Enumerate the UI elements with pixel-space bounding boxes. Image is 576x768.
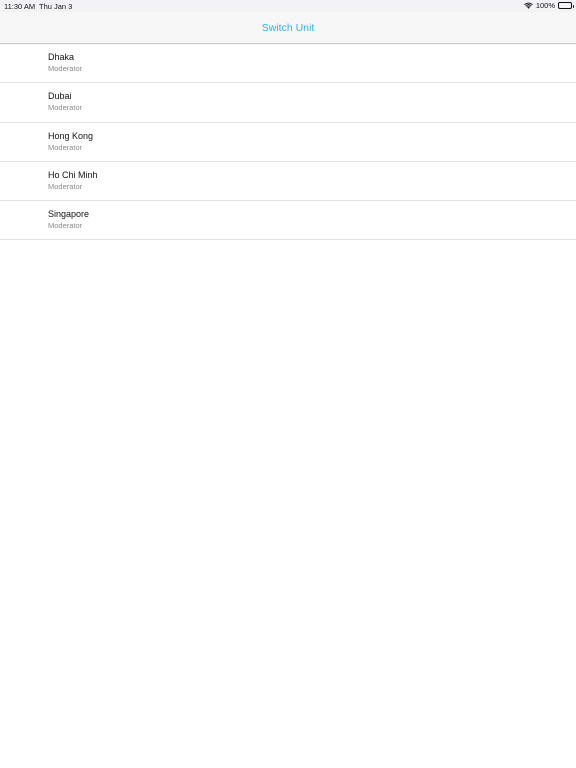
page-title: Switch Unit <box>261 21 315 34</box>
unit-name: Singapore <box>48 209 90 220</box>
list-item-hong-kong[interactable]: Hong Kong Moderator <box>0 123 576 162</box>
list-item-dhaka[interactable]: Dhaka Moderator <box>0 44 576 84</box>
unit-name: Dhaka <box>48 52 75 62</box>
unit-role: Moderator <box>48 103 83 113</box>
list-item-ho-chi-minh[interactable]: Ho Chi Minh Moderator <box>0 162 576 202</box>
unit-role: Moderator <box>48 142 83 152</box>
status-bar: 11:30 AM Thu Jan 3 100% <box>0 0 576 12</box>
unit-role: Moderator <box>48 221 83 231</box>
unit-name: Dubai <box>48 91 72 102</box>
list-item-singapore[interactable]: Singapore Moderator <box>0 201 576 241</box>
navigation-bar: Switch Unit <box>0 12 576 44</box>
list-item-dubai[interactable]: Dubai Moderator <box>0 83 576 123</box>
unit-role: Moderator <box>48 64 83 73</box>
wifi-icon <box>524 2 533 9</box>
unit-role: Moderator <box>48 181 83 191</box>
unit-list: Dhaka Moderator Dubai Moderator Hong Kon… <box>0 44 576 241</box>
unit-name: Ho Chi Minh <box>48 169 98 180</box>
battery-icon <box>558 2 574 9</box>
status-time: 11:30 AM <box>4 2 36 11</box>
unit-name: Hong Kong <box>48 130 94 141</box>
status-date: Thu Jan 3 <box>39 2 73 11</box>
status-right-group: 100% <box>524 1 574 10</box>
battery-percent: 100% <box>535 1 555 10</box>
